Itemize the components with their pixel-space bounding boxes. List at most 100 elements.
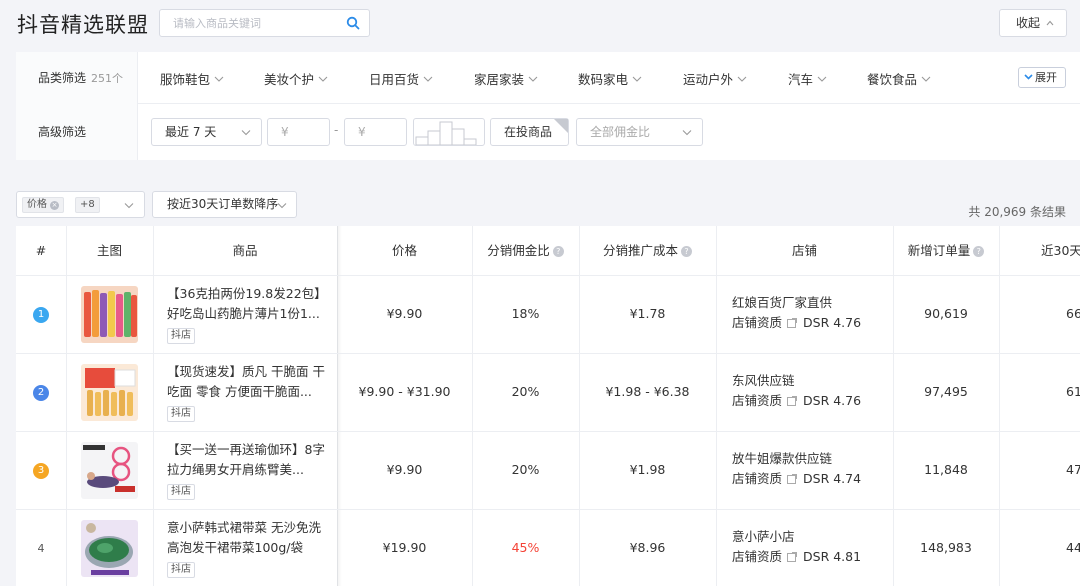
new-orders-value: 148,983	[920, 540, 972, 555]
date-range-select[interactable]: 最近 7 天	[151, 118, 262, 146]
product-image[interactable]	[81, 520, 138, 577]
store-name[interactable]: 红娘百货厂家直供	[732, 293, 861, 313]
category-item[interactable]: 运动户外	[683, 69, 747, 88]
category-item[interactable]: 餐饮食品	[867, 69, 931, 88]
product-image-art	[81, 286, 138, 343]
price-min-input[interactable]: ¥	[267, 118, 330, 146]
commission-select[interactable]: 全部佣金比	[576, 118, 703, 146]
store-cell: 放牛姐爆款供应链 店铺资质 DSR 4.74	[732, 449, 861, 489]
category-label: 数码家电	[578, 72, 629, 87]
chevron-down-icon	[632, 76, 642, 82]
tag-label: 价格	[27, 199, 47, 210]
external-link-icon[interactable]	[787, 552, 798, 562]
col-price[interactable]: 价格	[337, 226, 472, 276]
table-row[interactable]: 3 【买一送一再送瑜伽环】8字拉力绳男女开肩练臂美... 抖店 ¥9.90 20…	[16, 432, 1080, 510]
table-row[interactable]: 2 【现货速发】质凡 干脆面 干吃面 零食 方便面干脆面... 抖店 ¥9.90…	[16, 354, 1080, 432]
price-max-input[interactable]: ¥	[344, 118, 407, 146]
help-icon[interactable]: ?	[552, 246, 564, 257]
expand-label: 展开	[1035, 71, 1057, 84]
shop-type-tag: 抖店	[167, 406, 195, 422]
store-dsr: DSR 4.81	[803, 549, 862, 564]
search-icon[interactable]	[346, 16, 360, 30]
chevron-down-icon	[817, 76, 827, 82]
last30-value: 61	[1066, 384, 1080, 399]
price-histogram[interactable]	[413, 118, 485, 146]
product-name[interactable]: 【买一送一再送瑜伽环】8字拉力绳男女开肩练臂美...	[167, 440, 327, 480]
status-select[interactable]: 在投商品	[490, 118, 569, 146]
chevron-up-icon	[1046, 20, 1054, 26]
chevron-down-icon	[921, 76, 931, 82]
store-cell: 红娘百货厂家直供 店铺资质 DSR 4.76	[732, 293, 861, 333]
category-item[interactable]: 数码家电	[578, 69, 642, 88]
rank-badge: 2	[33, 385, 49, 401]
chevron-down-icon	[737, 76, 747, 82]
rank-badge: 1	[33, 307, 49, 323]
category-item[interactable]: 家居家装	[474, 69, 538, 88]
sort-label: 按近30天订单数降序	[167, 197, 279, 211]
top-bar: 抖音精选联盟 收起	[0, 0, 1080, 50]
new-orders-value: 90,619	[924, 306, 968, 321]
category-label: 家居家装	[474, 72, 525, 87]
close-icon[interactable]: ×	[50, 201, 59, 210]
new-orders-header-label: 新增订单量	[907, 243, 971, 258]
table-row[interactable]: 4 意小萨韩式裙带菜 无沙免洗高泡发干裙带菜100g/袋 抖店 ¥19.90 4…	[16, 510, 1080, 586]
col-last30[interactable]: 近30天	[999, 226, 1080, 276]
help-icon[interactable]: ?	[681, 246, 692, 257]
tag-more[interactable]: +8	[75, 197, 100, 213]
product-name[interactable]: 【36克拍两份19.8发22包】好吃岛山药脆片薄片1份1...	[167, 284, 327, 324]
store-name[interactable]: 意小萨小店	[732, 527, 861, 547]
store-name[interactable]: 放牛姐爆款供应链	[732, 449, 861, 469]
chevron-down-icon	[1024, 74, 1033, 80]
price-value: ¥9.90 - ¥31.90	[358, 384, 451, 399]
store-qualification[interactable]: 店铺资质	[732, 315, 782, 330]
category-label: 餐饮食品	[867, 72, 918, 87]
category-item[interactable]: 日用百货	[369, 69, 433, 88]
product-image-art	[81, 520, 138, 577]
category-item[interactable]: 汽车	[788, 69, 827, 88]
category-item[interactable]: 美妆个护	[264, 69, 328, 88]
external-link-icon[interactable]	[787, 474, 798, 484]
col-new-orders[interactable]: 新增订单量?	[893, 226, 999, 276]
price-value: ¥9.90	[386, 462, 423, 477]
store-qualification[interactable]: 店铺资质	[732, 393, 782, 408]
advanced-filter-label: 高级筛选	[16, 104, 138, 160]
chevron-down-icon	[528, 76, 538, 82]
sort-select[interactable]: 按近30天订单数降序	[152, 191, 297, 218]
store-qualification[interactable]: 店铺资质	[732, 549, 782, 564]
store-dsr: DSR 4.74	[803, 471, 862, 486]
external-link-icon[interactable]	[787, 318, 798, 328]
store-cell: 意小萨小店 店铺资质 DSR 4.81	[732, 527, 861, 567]
search-input[interactable]	[173, 10, 343, 36]
chevron-down-icon	[241, 130, 251, 136]
product-image[interactable]	[81, 442, 138, 499]
field-select[interactable]: 价格 × +8	[16, 191, 145, 218]
commission-value: 18%	[511, 306, 540, 321]
store-dsr: DSR 4.76	[803, 393, 862, 408]
store-name[interactable]: 东风供应链	[732, 371, 861, 391]
external-link-icon[interactable]	[787, 396, 798, 406]
category-label: 服饰鞋包	[160, 72, 211, 87]
price-value: ¥9.90	[386, 306, 423, 321]
promo-cost-value: ¥8.96	[629, 540, 666, 555]
store-qualification[interactable]: 店铺资质	[732, 471, 782, 486]
last30-value: 44	[1066, 540, 1080, 555]
col-rank: #	[35, 243, 47, 258]
col-commission[interactable]: 分销佣金比?	[472, 226, 579, 276]
collapse-button[interactable]: 收起	[999, 9, 1067, 37]
product-name[interactable]: 【现货速发】质凡 干脆面 干吃面 零食 方便面干脆面...	[167, 362, 327, 402]
collapse-label: 收起	[1016, 16, 1041, 30]
col-promo-cost[interactable]: 分销推广成本?	[579, 226, 716, 276]
new-orders-value: 11,848	[924, 462, 968, 477]
table-row[interactable]: 1 【36克拍两份19.8发22包】好吃岛山药脆片薄片1份1... 抖店 ¥9.…	[16, 276, 1080, 354]
product-image-art	[81, 364, 138, 421]
product-image[interactable]	[81, 364, 138, 421]
category-label: 美妆个护	[264, 72, 315, 87]
product-image[interactable]	[81, 286, 138, 343]
tag-price[interactable]: 价格 ×	[22, 197, 64, 213]
category-item[interactable]: 服饰鞋包	[160, 69, 224, 88]
search-box[interactable]	[159, 9, 370, 37]
expand-button[interactable]: 展开	[1018, 67, 1066, 88]
product-name[interactable]: 意小萨韩式裙带菜 无沙免洗高泡发干裙带菜100g/袋	[167, 518, 327, 558]
help-icon[interactable]: ?	[973, 246, 985, 257]
result-count: 共 20,969 条结果	[968, 205, 1066, 219]
